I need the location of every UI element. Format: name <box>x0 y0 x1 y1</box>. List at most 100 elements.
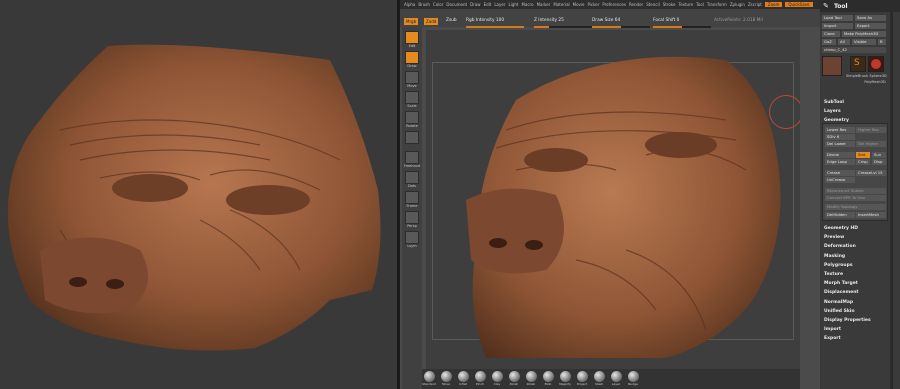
brush-slash-button[interactable]: Slash <box>592 369 606 386</box>
zsub-button[interactable]: Zsub <box>446 18 457 23</box>
z-intensity-label[interactable]: Z Intensity 25 <box>534 18 564 23</box>
del-higher-button[interactable]: Del Higher <box>856 141 886 147</box>
current-tool-thumbnail[interactable] <box>822 56 842 76</box>
draw-size-label[interactable]: Draw Size 64 <box>592 18 620 23</box>
section-layers[interactable]: Layers <box>824 109 841 114</box>
menu-edit[interactable]: Edit <box>484 2 492 7</box>
brush-inflat-button[interactable]: Inflat <box>456 369 470 386</box>
section-geometry-hd[interactable]: Geometry HD <box>824 226 858 231</box>
section-subtool[interactable]: SubTool <box>824 100 844 105</box>
section-preview[interactable]: Preview <box>824 235 844 240</box>
section-display-properties[interactable]: Display Properties <box>824 318 871 323</box>
palette-scrollbar[interactable] <box>890 12 893 389</box>
menu-quicksave[interactable]: QuickSave <box>785 2 813 7</box>
menu-stroke[interactable]: Stroke <box>663 2 676 7</box>
crease-button[interactable]: Crease <box>825 170 855 176</box>
simple-brush-thumbnail[interactable]: S <box>850 56 866 72</box>
mrgb-button[interactable]: Mrgb <box>404 18 419 25</box>
del-hidden-button[interactable]: DelHidden <box>825 212 855 218</box>
draw-size-slider[interactable] <box>592 26 650 28</box>
section-displacement[interactable]: Displacement <box>824 290 859 295</box>
clone-button[interactable]: Clone <box>822 31 840 37</box>
brush-layer-button[interactable]: Layer <box>609 369 623 386</box>
edit-button[interactable] <box>405 31 419 44</box>
lsym-button[interactable] <box>405 231 419 244</box>
edge-loop-button[interactable]: Edge Loop <box>825 159 855 165</box>
brush-polish-button[interactable]: Polish <box>507 369 521 386</box>
modify-topology-button[interactable]: Modify Topology <box>825 204 886 210</box>
scale-button[interactable] <box>405 91 419 104</box>
menu-tool[interactable]: Tool <box>696 2 704 7</box>
freehand-button[interactable] <box>405 151 419 164</box>
smt-toggle[interactable]: Smt <box>856 152 870 158</box>
save-as-button[interactable]: Save As <box>855 15 886 21</box>
section-morph-target[interactable]: Morph Target <box>824 281 858 286</box>
brush-standard-button[interactable]: Standard <box>422 369 436 386</box>
goz-r-button[interactable]: R <box>878 39 886 45</box>
persp-button[interactable] <box>405 211 419 224</box>
draw-button[interactable] <box>405 51 419 64</box>
menu-document[interactable]: Document <box>446 2 467 7</box>
menu-transform[interactable]: Transform <box>707 2 727 7</box>
menu-alpha[interactable]: Alpha <box>404 2 415 7</box>
convert-bpr-button[interactable]: Convert BPR To Geo <box>825 195 886 201</box>
section-deformation[interactable]: Deformation <box>824 244 856 249</box>
tool-palette-header[interactable]: ✎ Tool <box>820 0 900 12</box>
move-button[interactable] <box>405 71 419 84</box>
brush-move-button[interactable]: Move <box>439 369 453 386</box>
menu-zplugin[interactable]: Zplugin <box>730 2 745 7</box>
menu-picker[interactable]: Picker <box>587 2 599 7</box>
zadd-button[interactable]: Zadd <box>424 18 439 25</box>
menu-texture[interactable]: Texture <box>678 2 693 7</box>
sdiv-slider[interactable]: SDiv 6 <box>825 134 855 140</box>
menu-preferences[interactable]: Preferences <box>602 2 626 7</box>
menu-stencil[interactable]: Stencil <box>646 2 660 7</box>
goz-all-button[interactable]: All <box>838 39 850 45</box>
rgb-intensity-label[interactable]: Rgb Intensity 100 <box>466 18 504 23</box>
reconstruct-subdiv-button[interactable]: Reconstruct Subdiv <box>825 188 886 194</box>
menu-movie[interactable]: Movie <box>573 2 585 7</box>
brush-nudge-button[interactable]: Nudge <box>626 369 640 386</box>
uncrease-button[interactable]: UnCrease <box>825 177 855 183</box>
brush-project-button[interactable]: Project <box>575 369 589 386</box>
menu-draw[interactable]: Draw <box>470 2 480 7</box>
z-intensity-slider[interactable] <box>534 26 592 28</box>
section-normalmap[interactable]: NormalMap <box>824 300 853 305</box>
section-export[interactable]: Export <box>824 336 841 341</box>
section-masking[interactable]: Masking <box>824 254 845 259</box>
goz-visible-button[interactable]: Visible <box>852 39 876 45</box>
section-texture[interactable]: Texture <box>824 272 843 277</box>
menu-render[interactable]: Render <box>629 2 643 7</box>
brush-magnify-button[interactable]: Magnify <box>558 369 572 386</box>
section-import[interactable]: Import <box>824 327 841 332</box>
lower-res-button[interactable]: Lower Res <box>825 127 855 133</box>
brush-blob-button[interactable]: Blob <box>541 369 555 386</box>
focal-shift-label[interactable]: Focal Shift 0 <box>653 18 679 23</box>
menu-zscript[interactable]: Zscript <box>748 2 762 7</box>
import-button[interactable]: Import <box>822 23 853 29</box>
rotate-button[interactable] <box>405 111 419 124</box>
frame-button[interactable] <box>405 191 419 204</box>
section-unified-skin[interactable]: Unified Skin <box>824 309 855 314</box>
document-canvas[interactable] <box>426 30 800 369</box>
export-button[interactable]: Export <box>855 23 886 29</box>
insert-mesh-button[interactable]: InsertMesh <box>856 212 886 218</box>
current-tool-name[interactable]: chimp_C_42 <box>822 47 886 53</box>
del-lower-button[interactable]: Del Lower <box>825 141 855 147</box>
menu-color[interactable]: Color <box>433 2 443 7</box>
crisp-button[interactable]: Crisp <box>856 159 870 165</box>
disp-button[interactable]: Disp <box>872 159 886 165</box>
brush-polish-button[interactable]: Polish <box>524 369 538 386</box>
menu-zoom[interactable]: Zoom <box>764 2 783 7</box>
section-polygroups[interactable]: Polygroups <box>824 263 853 268</box>
load-tool-button[interactable]: Load Tool <box>822 15 853 21</box>
menu-layer[interactable]: Layer <box>494 2 505 7</box>
goz-button[interactable]: GoZ <box>822 39 836 45</box>
menu-marker[interactable]: Marker <box>537 2 551 7</box>
suv-toggle[interactable]: Suv <box>872 152 886 158</box>
menu-brush[interactable]: Brush <box>418 2 430 7</box>
brush-pinch-button[interactable]: Pinch <box>473 369 487 386</box>
crease-level-slider[interactable]: CreaseLvl 15 <box>856 170 886 176</box>
rgb-intensity-slider[interactable] <box>466 26 524 28</box>
menu-material[interactable]: Material <box>553 2 569 7</box>
